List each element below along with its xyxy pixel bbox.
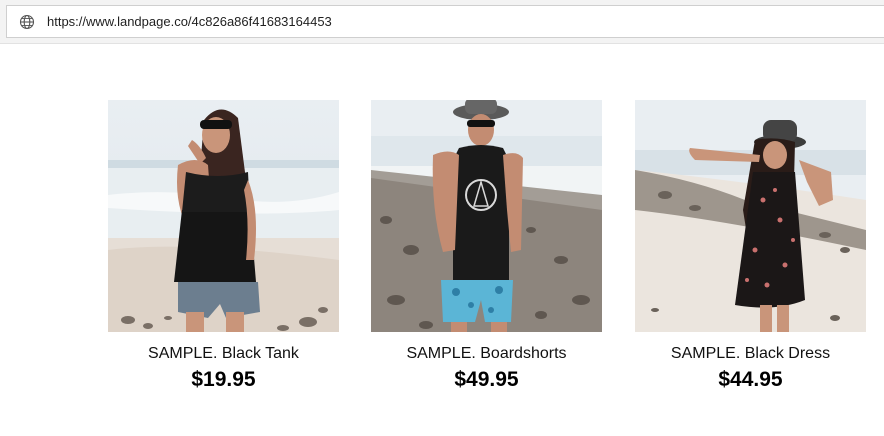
product-name[interactable]: SAMPLE. Black Tank (108, 345, 339, 363)
product-name[interactable]: SAMPLE. Black Dress (635, 345, 866, 363)
browser-toolbar: https://www.landpage.co/4c826a86f4168316… (0, 0, 884, 44)
product-price: $49.95 (454, 368, 519, 391)
product-image[interactable] (635, 100, 866, 332)
product-image[interactable] (371, 100, 602, 332)
product-card[interactable]: SAMPLE. Black Dress $44.95 (635, 100, 866, 392)
product-card[interactable]: SAMPLE. Boardshorts $49.95 (371, 100, 602, 392)
globe-icon (19, 14, 35, 30)
product-price: $44.95 (718, 368, 783, 391)
url-text: https://www.landpage.co/4c826a86f4168316… (47, 14, 332, 29)
product-card[interactable]: SAMPLE. Black Tank $19.95 (108, 100, 339, 392)
address-bar[interactable]: https://www.landpage.co/4c826a86f4168316… (6, 5, 884, 38)
product-name[interactable]: SAMPLE. Boardshorts (371, 345, 602, 363)
product-price: $19.95 (191, 368, 256, 391)
product-image[interactable] (108, 100, 339, 332)
